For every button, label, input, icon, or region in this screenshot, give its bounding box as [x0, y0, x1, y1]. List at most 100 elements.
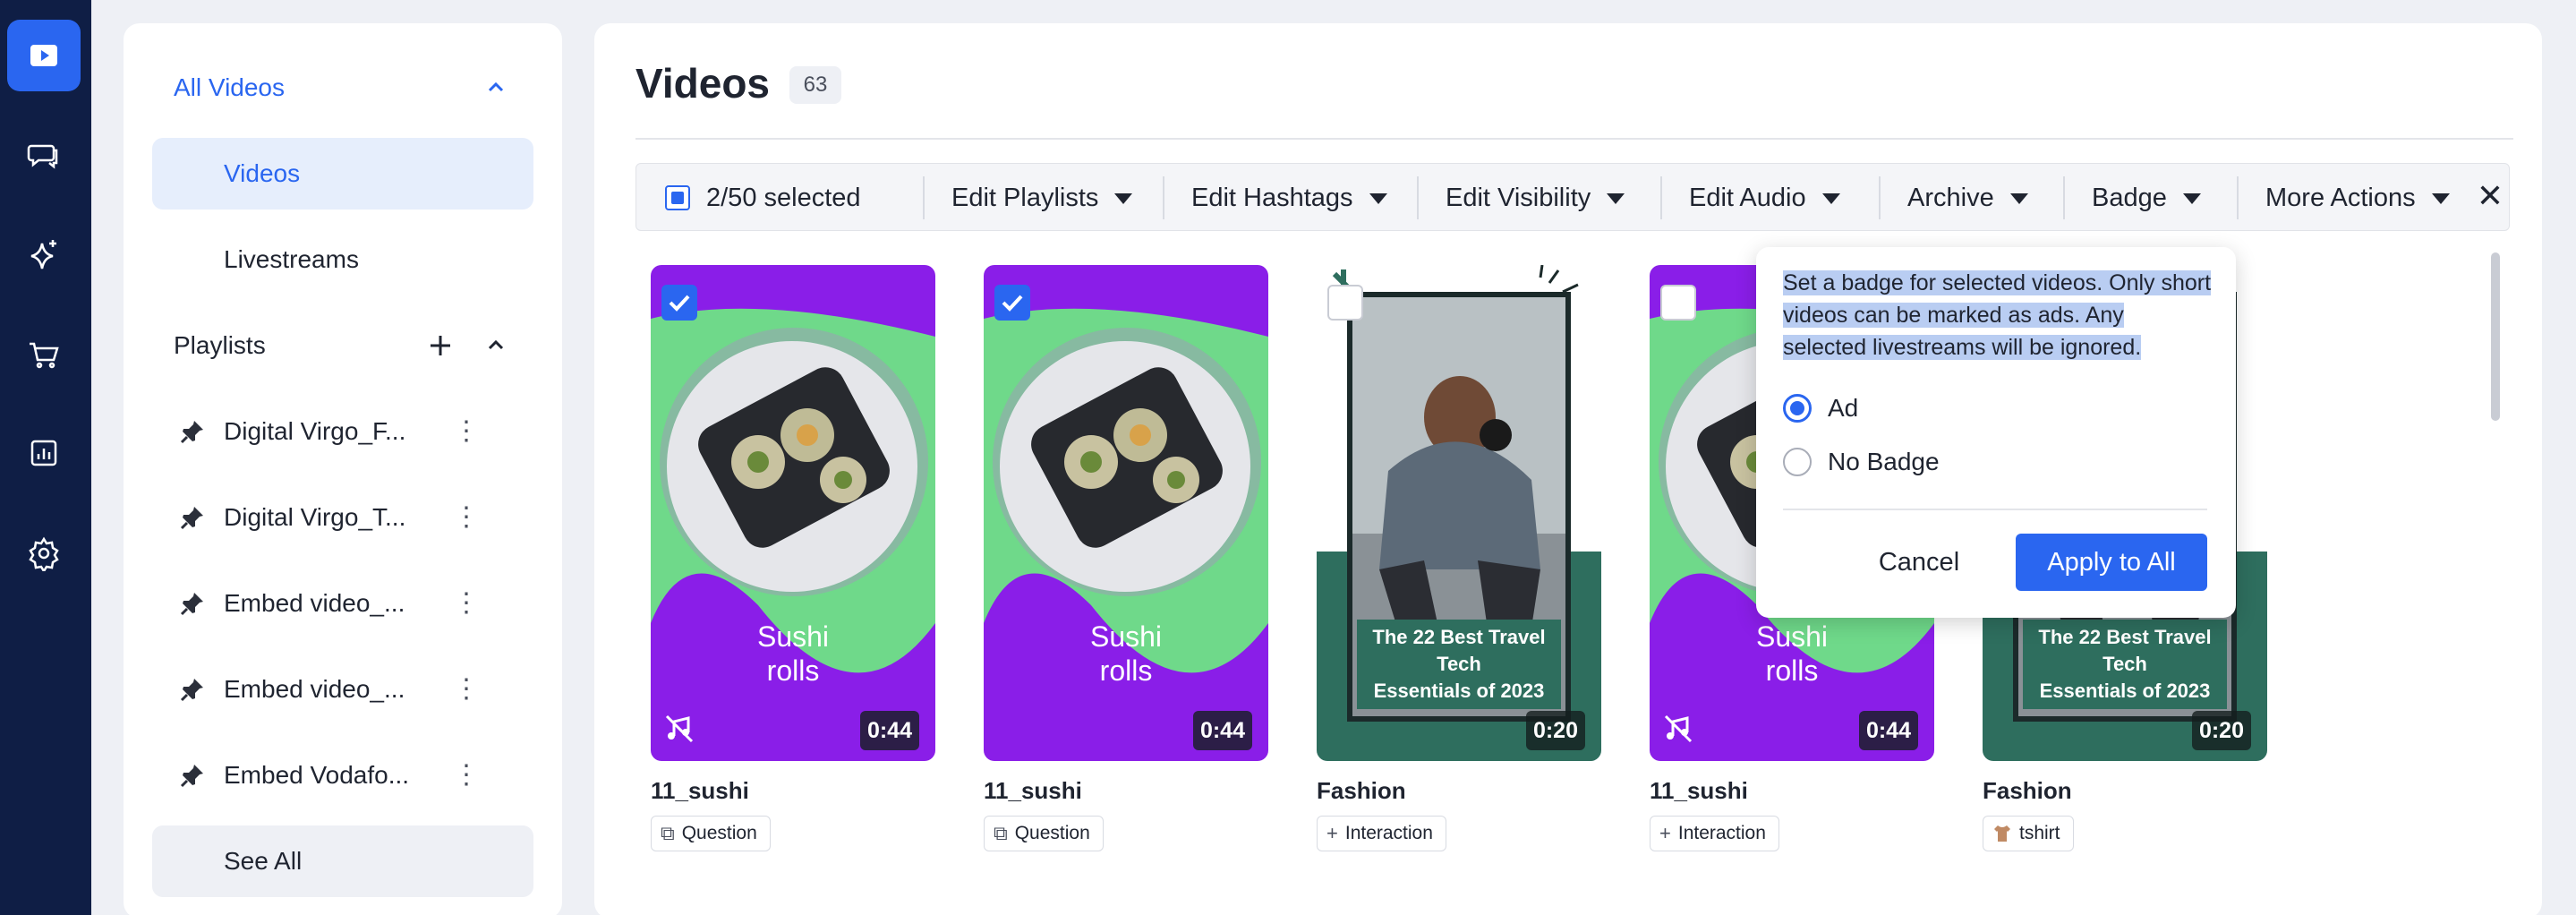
ai-nav-button[interactable]: [7, 218, 81, 290]
overlay-line: Sushi: [1089, 620, 1163, 653]
more-vert-icon[interactable]: ⋮: [453, 418, 480, 445]
scrollbar-thumb[interactable]: [2491, 252, 2500, 421]
videos-nav-button[interactable]: [7, 20, 81, 91]
interaction-tag[interactable]: + Interaction: [1317, 816, 1446, 851]
edit-hashtags-dropdown[interactable]: Edit Hashtags: [1191, 184, 1387, 213]
edit-audio-dropdown[interactable]: Edit Audio: [1689, 184, 1840, 213]
overlay-line: Sushi: [756, 620, 830, 653]
badge-dropdown[interactable]: Badge: [2092, 184, 2201, 213]
badge-description: Set a badge for selected videos. Only sh…: [1783, 267, 2213, 363]
all-videos-label: All Videos: [174, 73, 286, 101]
badge-option-no-badge[interactable]: No Badge: [1783, 448, 1940, 476]
see-all-label: See All: [224, 847, 303, 875]
toolbar-divider: [2063, 176, 2065, 219]
messages-nav-button[interactable]: [7, 120, 81, 192]
question-tag[interactable]: ⧉ Question: [984, 816, 1104, 851]
plus-icon[interactable]: [428, 333, 453, 358]
playlist-label: Digital Virgo_F...: [224, 417, 406, 445]
option-label: No Badge: [1828, 448, 1940, 475]
playlists-label: Playlists: [174, 331, 266, 359]
question-icon: ⧉: [661, 822, 675, 844]
close-icon[interactable]: ✕: [2477, 180, 2503, 212]
sidebar-playlist-item[interactable]: Embed video_... ⋮: [152, 654, 533, 725]
playlist-label: Embed video_...: [224, 589, 405, 617]
settings-nav-button[interactable]: [7, 517, 81, 589]
playlists-header: Playlists: [152, 310, 533, 381]
edit-playlists-dropdown[interactable]: Edit Playlists: [951, 184, 1133, 213]
video-card[interactable]: Sushi rolls 0:44 11_sushi ⧉ Question: [651, 265, 935, 851]
video-checkbox[interactable]: [994, 285, 1030, 321]
overlay-line: Sushi: [1755, 620, 1829, 653]
more-vert-icon[interactable]: ⋮: [453, 590, 480, 617]
duration-badge: 0:20: [2191, 711, 2251, 750]
edit-visibility-label: Edit Visibility: [1446, 184, 1591, 212]
video-card[interactable]: The 22 Best Travel Tech Essentials of 202…: [1317, 265, 1601, 851]
gear-icon: [29, 536, 59, 571]
thumbnail-overlay-text: Sushi rolls: [984, 620, 1268, 688]
option-label: Ad: [1828, 394, 1859, 422]
analytics-nav-button[interactable]: [7, 417, 81, 489]
nav-rail: [0, 0, 91, 915]
sidebar-playlist-item[interactable]: Embed Vodafo... ⋮: [152, 740, 533, 811]
playlist-label: Embed Vodafo...: [224, 761, 410, 789]
video-checkbox[interactable]: [1327, 285, 1363, 321]
overlay-line: rolls: [1099, 654, 1153, 687]
playlist-label: Digital Virgo_T...: [224, 503, 406, 531]
duration-badge: 0:44: [1192, 711, 1252, 750]
video-thumbnail[interactable]: Sushi rolls 0:44: [651, 265, 935, 761]
more-vert-icon[interactable]: ⋮: [453, 762, 480, 789]
question-tag[interactable]: ⧉ Question: [651, 816, 771, 851]
more-actions-label: More Actions: [2265, 184, 2416, 212]
toolbar-divider: [923, 176, 925, 219]
video-name: 11_sushi: [984, 777, 1082, 804]
more-vert-icon[interactable]: ⋮: [453, 504, 480, 531]
chevron-up-icon[interactable]: [485, 335, 507, 356]
badge-option-ad[interactable]: Ad: [1783, 394, 1858, 423]
more-vert-icon[interactable]: ⋮: [453, 676, 480, 703]
check-icon: [669, 295, 690, 312]
edit-visibility-dropdown[interactable]: Edit Visibility: [1446, 184, 1625, 213]
shop-nav-button[interactable]: [7, 319, 81, 390]
playlist-label: Embed video_...: [224, 675, 405, 703]
tag-label: Question: [681, 823, 757, 843]
cancel-button[interactable]: Cancel: [1846, 534, 1992, 591]
toolbar-divider: [2237, 176, 2239, 219]
product-tag[interactable]: tshirt: [1983, 816, 2074, 851]
sidebar-item-videos[interactable]: Videos: [152, 138, 533, 210]
duration-badge: 0:44: [859, 711, 919, 750]
toolbar-divider: [1660, 176, 1662, 219]
video-checkbox[interactable]: [661, 285, 697, 321]
play-icon: [30, 45, 57, 66]
radio-selected[interactable]: [1783, 394, 1812, 423]
sidebar-playlist-item[interactable]: Digital Virgo_T... ⋮: [152, 482, 533, 553]
video-card[interactable]: Sushi rolls 0:44 11_sushi ⧉ Question: [984, 265, 1268, 851]
video-name: Fashion: [1983, 777, 2072, 804]
divider: [1783, 509, 2207, 510]
music-off-icon: [665, 714, 694, 743]
plus-icon: +: [1659, 822, 1671, 844]
chat-icon: [27, 144, 58, 169]
sidebar-playlist-item[interactable]: Embed video_... ⋮: [152, 568, 533, 639]
archive-dropdown[interactable]: Archive: [1907, 184, 2028, 213]
bulk-actions-toolbar: 2/50 selected Edit Playlists Edit Hashta…: [635, 163, 2510, 231]
see-all-button[interactable]: See All: [152, 825, 533, 897]
select-all-checkbox[interactable]: [665, 185, 690, 210]
tag-label: Question: [1014, 823, 1090, 843]
apply-to-all-button[interactable]: Apply to All: [2016, 534, 2207, 591]
chevron-up-icon[interactable]: [485, 77, 507, 98]
radio-unselected[interactable]: [1783, 448, 1812, 476]
thumbnail-overlay-text: The 22 Best Travel Tech Essentials of 202…: [2023, 620, 2227, 709]
caret-down-icon: [1607, 192, 1625, 204]
video-checkbox[interactable]: [1660, 285, 1696, 321]
interaction-tag[interactable]: + Interaction: [1650, 816, 1779, 851]
caret-down-icon: [1821, 192, 1840, 204]
more-actions-dropdown[interactable]: More Actions: [2265, 184, 2450, 213]
sidebar-playlist-item[interactable]: Digital Virgo_F... ⋮: [152, 396, 533, 467]
video-thumbnail[interactable]: The 22 Best Travel Tech Essentials of 202…: [1317, 265, 1601, 761]
caret-down-icon: [2009, 192, 2028, 204]
sidebar-item-livestreams[interactable]: Livestreams: [152, 224, 533, 295]
all-videos-header[interactable]: All Videos: [152, 52, 533, 124]
thumbnail-overlay-text: Sushi rolls: [651, 620, 935, 688]
overlay-line: The 22 Best Travel Tech: [1372, 626, 1546, 675]
video-thumbnail[interactable]: Sushi rolls 0:44: [984, 265, 1268, 761]
